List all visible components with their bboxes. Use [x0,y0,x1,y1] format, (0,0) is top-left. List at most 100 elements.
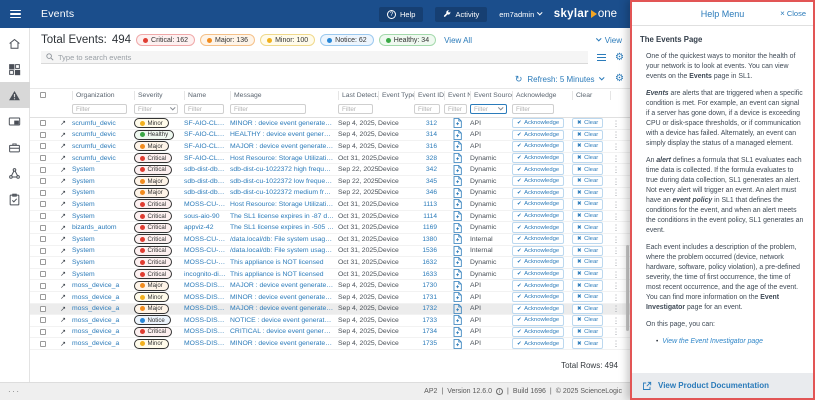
table-row[interactable]: ↗ System Critical MOSS-CU-3-6/data.local/db… [30,233,630,246]
sidebar-item-automations[interactable] [0,186,30,212]
filter-event-note[interactable] [444,104,467,114]
event-note-icon[interactable] [444,303,470,314]
footer-ellipsis-icon[interactable]: ··· [8,387,21,396]
filter-name[interactable] [184,104,225,114]
clear-button[interactable]: ✖ Clear [572,245,604,257]
event-id-link[interactable]: 1730 [414,282,444,289]
table-row[interactable]: ↗ System Critical MOSS-CU-3-6 This appliance… [30,257,630,269]
row-menu-icon[interactable]: ⋮ [610,293,622,302]
refresh-icon[interactable]: ↻ [515,74,523,84]
event-name-link[interactable]: MOSS-DIST-3- [184,317,230,324]
clear-button[interactable]: ✖ Clear [572,187,604,199]
sidebar-item-business-services[interactable] [0,134,30,160]
event-name-link[interactable]: MOSS-CU-3-6 [184,247,230,254]
refresh-label[interactable]: Refresh: 5 Minutes [527,75,594,84]
open-event-icon[interactable]: ↗ [54,235,72,243]
open-event-icon[interactable]: ↗ [54,328,72,336]
clear-button[interactable]: ✖ Clear [572,118,604,129]
event-name-link[interactable]: sdb-dist-db-10 [184,178,230,185]
open-event-icon[interactable]: ↗ [54,142,72,150]
event-message-link[interactable]: HEALTHY : device event generated by auto… [230,131,338,138]
table-row[interactable]: ↗ scrumfu_devic Critical SF-AIO-CLEON Host R… [30,152,630,165]
badge-healthy[interactable]: Healthy: 34 [378,34,437,46]
event-note-icon[interactable] [444,257,470,268]
clear-button[interactable]: ✖ Clear [572,326,604,338]
col-event-source[interactable]: Event Source [470,90,512,100]
event-id-link[interactable]: 1632 [414,259,444,266]
row-menu-icon[interactable]: ⋮ [610,142,622,151]
open-event-icon[interactable]: ↗ [54,270,72,278]
table-row[interactable]: ↗ moss_device_a Minor MOSS-DIST-3- MINOR : d… [30,338,630,350]
row-checkbox[interactable] [40,317,46,324]
filter-last-detected[interactable] [338,104,374,114]
event-id-link[interactable]: 1536 [414,247,444,254]
organization-link[interactable]: moss_device_a [72,282,134,289]
event-name-link[interactable]: sous-aio-90 [184,213,230,220]
event-name-link[interactable]: incognito-dist- [184,271,230,278]
row-checkbox[interactable] [40,120,46,127]
sidebar-item-maps[interactable] [0,160,30,186]
event-name-link[interactable]: sdb-dist-db-10 [184,189,230,196]
organization-link[interactable]: bizards_autom [72,224,134,231]
sidebar-item-home[interactable] [0,30,30,56]
close-help-button[interactable]: × Close [777,9,806,18]
event-id-link[interactable]: 1731 [414,294,444,301]
event-note-icon[interactable] [444,245,470,256]
activity-button[interactable]: Activity [435,6,488,22]
event-id-link[interactable]: 328 [414,155,444,162]
row-checkbox[interactable] [40,189,46,196]
clear-button[interactable]: ✖ Clear [572,292,604,303]
col-severity[interactable]: Severity [134,90,184,100]
clear-button[interactable]: ✖ Clear [572,338,604,349]
row-checkbox[interactable] [40,178,46,185]
event-note-icon[interactable] [444,315,470,326]
event-id-link[interactable]: 1169 [414,224,444,231]
col-acknowledge[interactable]: Acknowledge [512,90,572,100]
event-id-link[interactable]: 1114 [414,213,444,220]
organization-link[interactable]: moss_device_a [72,317,134,324]
event-message-link[interactable]: MAJOR : device event generated by automa… [230,143,338,150]
acknowledge-button[interactable]: ✔ Acknowledge [512,326,565,338]
open-event-icon[interactable]: ↗ [54,200,72,208]
table-row[interactable]: ↗ moss_device_a Minor MOSS-DIST-3- MINOR : d… [30,291,630,304]
event-id-link[interactable]: 342 [414,166,444,173]
open-event-icon[interactable]: ↗ [54,154,72,162]
event-note-icon[interactable] [444,141,470,152]
event-name-link[interactable]: MOSS-DIST-3- [184,340,230,347]
clear-button[interactable]: ✖ Clear [572,257,604,268]
event-name-link[interactable]: MOSS-DIST-3- [184,282,230,289]
filter-acknowledge[interactable] [512,104,554,114]
acknowledge-button[interactable]: ✔ Acknowledge [512,129,565,141]
col-event-id[interactable]: Event ID↑ [414,90,444,100]
col-organization[interactable]: Organization [72,90,134,100]
acknowledge-button[interactable]: ✔ Acknowledge [512,199,565,210]
open-event-icon[interactable]: ↗ [54,293,72,301]
event-name-link[interactable]: MOSS-DIST-3- [184,305,230,312]
event-message-link[interactable]: CRITICAL : device event generated by aut… [230,328,338,335]
filter-event-source[interactable]: Filter [470,104,507,114]
col-clear[interactable]: Clear [572,90,610,100]
table-row[interactable]: ↗ bizards_autom Critical appviz-42 The SL1 l… [30,222,630,234]
row-menu-icon[interactable]: ⋮ [610,281,622,290]
acknowledge-button[interactable]: ✔ Acknowledge [512,222,565,233]
event-note-icon[interactable] [444,164,470,175]
event-id-link[interactable]: 314 [414,131,444,138]
row-menu-icon[interactable]: ⋮ [610,212,622,221]
row-menu-icon[interactable]: ⋮ [610,258,622,267]
event-message-link[interactable]: sdb-dist-cu-1022372 low frequency is 202… [230,178,338,185]
acknowledge-button[interactable]: ✔ Acknowledge [512,292,565,303]
event-message-link[interactable]: MAJOR : device event generated by automa… [230,282,338,289]
event-name-link[interactable]: SF-AIO-CLEON [184,143,230,150]
row-menu-icon[interactable]: ⋮ [610,188,622,197]
open-event-icon[interactable]: ↗ [54,305,72,313]
event-message-link[interactable]: MINOR : device event generated by automa… [230,340,338,347]
table-row[interactable]: ↗ System Critical sdb-dist-db-10 sdb-dist-cu… [30,164,630,176]
list-view-icon[interactable] [597,53,607,62]
table-row[interactable]: ↗ moss_device_a Major MOSS-DIST-3- MAJOR : d… [30,303,630,316]
acknowledge-button[interactable]: ✔ Acknowledge [512,338,565,349]
organization-link[interactable]: scrumfu_devic [72,131,134,138]
event-message-link[interactable]: sdb-dist-cu-1022372 high frequency is 18… [230,166,338,173]
row-menu-icon[interactable]: ⋮ [610,270,622,279]
row-menu-icon[interactable]: ⋮ [610,316,622,325]
event-id-link[interactable]: 312 [414,120,444,127]
